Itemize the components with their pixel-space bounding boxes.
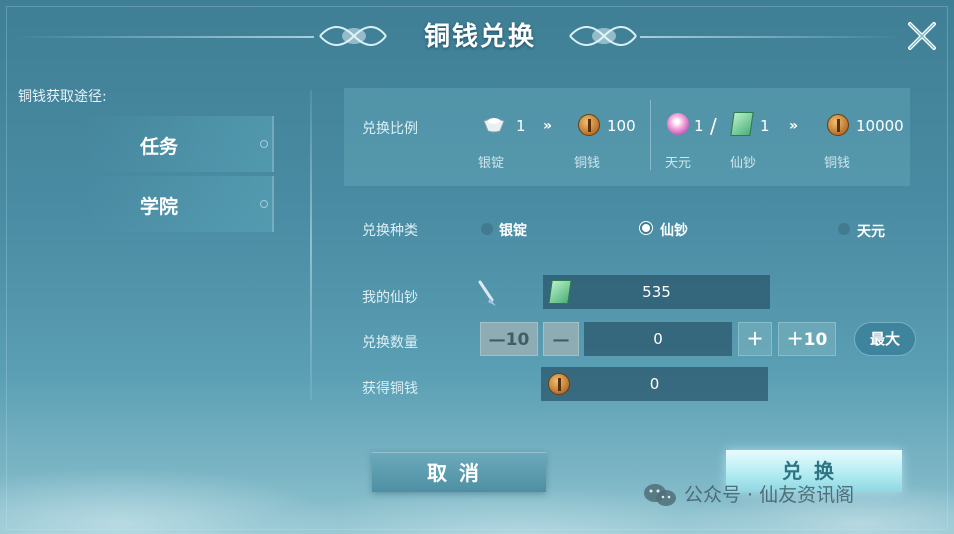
ornament-left-icon (319, 26, 387, 46)
quantity-value: 0 (653, 330, 663, 348)
header-line-right (640, 36, 900, 38)
radio-note[interactable] (640, 222, 652, 234)
vertical-divider (310, 90, 312, 400)
copper-coin-icon (548, 373, 570, 395)
quantity-input[interactable]: 0 (584, 322, 732, 356)
sidebar-item-label: 学院 (140, 196, 179, 218)
balance-label: 我的仙钞 (362, 290, 418, 306)
indicator-dot (260, 140, 268, 148)
ratio-label: 兑换比例 (362, 121, 418, 137)
ratio-copper-name: 铜钱 (574, 156, 601, 171)
minus-ten-button[interactable]: —10 (480, 322, 538, 356)
ratio-tianyuan-amount: 1 (694, 117, 704, 135)
radio-note-label[interactable]: 仙钞 (660, 220, 688, 240)
pearl-icon (667, 113, 689, 135)
ratio-silver-amount: 1 (516, 117, 526, 135)
ratio-tianyuan-name: 天元 (665, 156, 692, 171)
ornament-right-icon (569, 26, 637, 46)
ratio-note-name: 仙钞 (730, 156, 757, 171)
sidebar-item-task[interactable]: 任务 (84, 116, 274, 172)
indicator-dot (260, 200, 268, 208)
brush-icon (478, 280, 496, 306)
plus-ten-button[interactable]: ＋10 (778, 322, 836, 356)
cancel-button[interactable]: 取消 (372, 452, 546, 492)
source-label: 铜钱获取途径: (18, 89, 107, 105)
minus-button[interactable]: — (543, 322, 579, 356)
ratio-separator (650, 100, 651, 170)
silver-ingot-icon (483, 118, 505, 133)
copper-coin-icon (827, 114, 849, 136)
close-icon[interactable] (902, 16, 942, 56)
watermark-text: 公众号 · 仙友资讯阁 (684, 484, 855, 506)
ratio-silver-name: 银锭 (478, 156, 505, 171)
ratio-copper-amount-2: 10000 (856, 117, 904, 135)
radio-tianyuan[interactable] (838, 223, 850, 235)
type-label: 兑换种类 (362, 223, 418, 239)
balance-field: 535 (543, 275, 770, 309)
plus-button[interactable]: ＋ (738, 322, 772, 356)
ratio-note-amount: 1 (760, 117, 770, 135)
ratio-copper-name-2: 铜钱 (824, 156, 851, 171)
ratio-panel (344, 88, 910, 186)
gain-field: 0 (541, 367, 768, 401)
note-icon (730, 112, 754, 136)
ratio-arrow: » (543, 118, 553, 134)
header-line-left (14, 36, 314, 38)
ratio-copper-amount: 100 (607, 117, 636, 135)
page-title: 铜钱兑换 (423, 22, 536, 52)
copper-coin-icon (578, 114, 600, 136)
note-icon (548, 280, 572, 304)
quantity-label: 兑换数量 (362, 335, 418, 351)
radio-tianyuan-label[interactable]: 天元 (857, 221, 885, 241)
sidebar-item-label: 任务 (140, 136, 179, 158)
sidebar-item-academy[interactable]: 学院 (84, 176, 274, 232)
radio-silver-label[interactable]: 银锭 (499, 220, 527, 240)
radio-silver[interactable] (481, 223, 493, 235)
gain-value: 0 (649, 375, 660, 393)
balance-value: 535 (642, 283, 671, 301)
gain-label: 获得铜钱 (362, 381, 418, 397)
wechat-icon (644, 484, 676, 506)
ratio-arrow: » (789, 118, 799, 134)
max-button[interactable]: 最大 (854, 322, 916, 356)
ratio-slash: / (710, 114, 717, 138)
